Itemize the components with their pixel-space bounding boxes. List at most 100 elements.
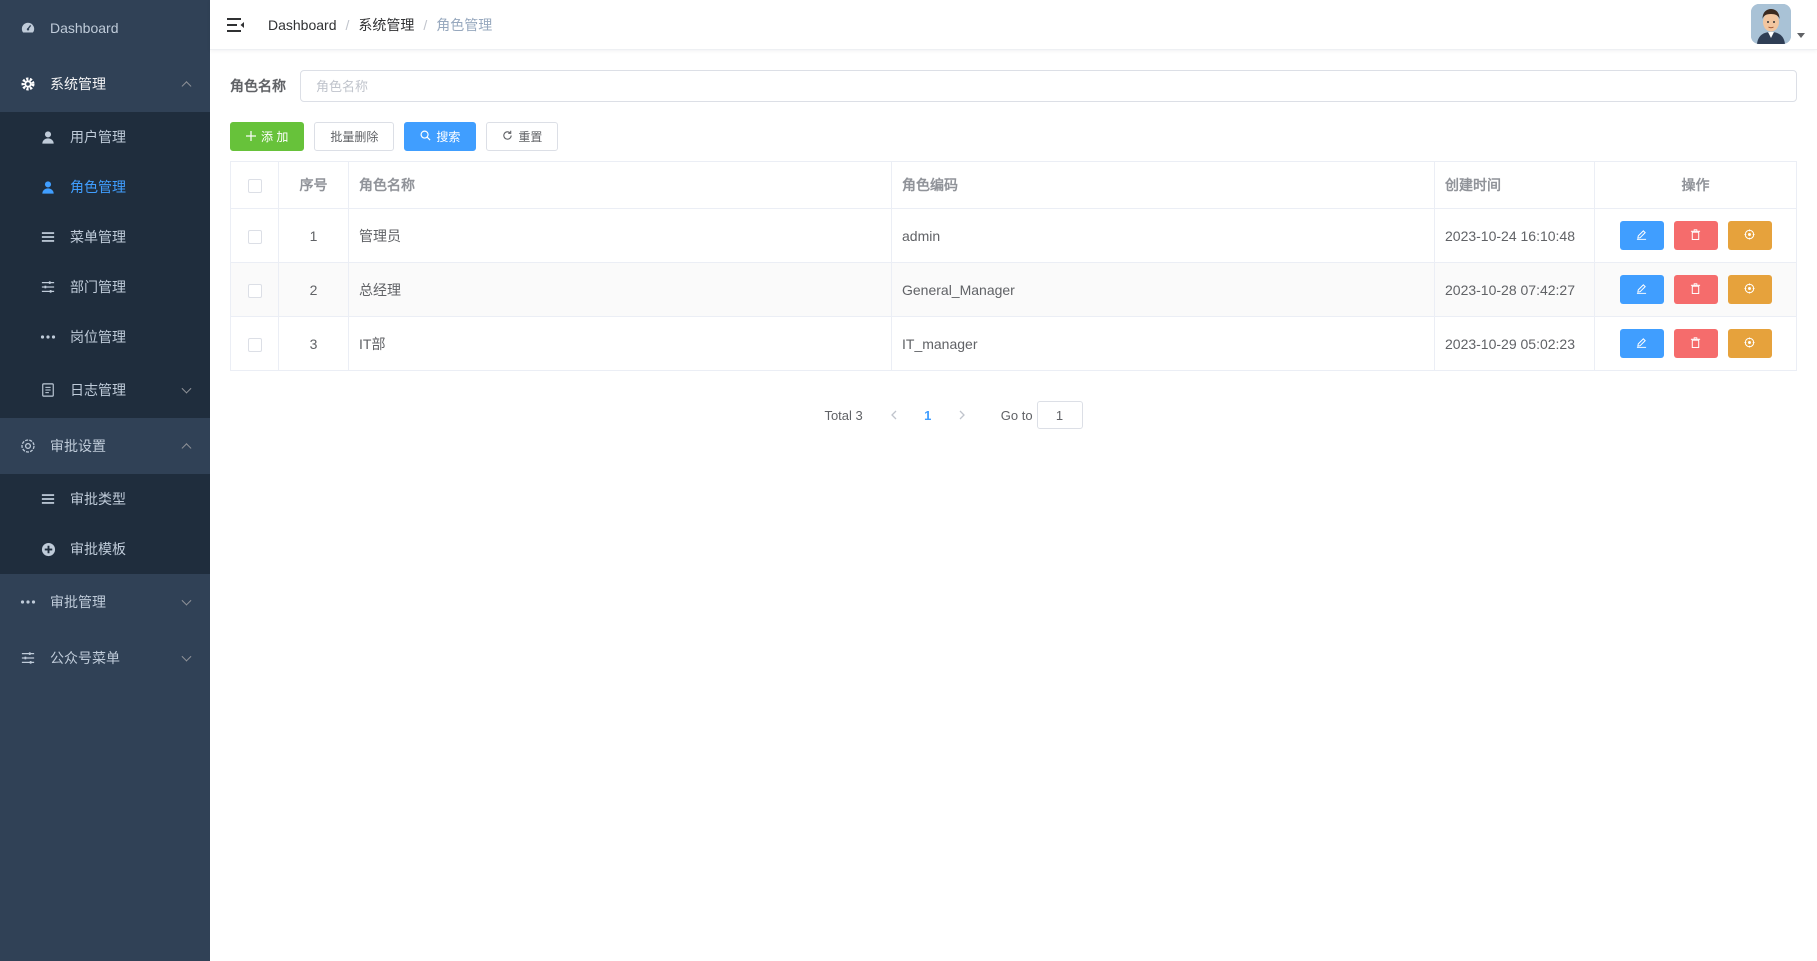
sidebar-menu-label: 审批管理 <box>50 594 106 610</box>
select-all-cell <box>230 161 279 209</box>
hamburger-icon[interactable] <box>226 15 246 35</box>
breadcrumb-item-system[interactable]: 系统管理 <box>358 15 414 35</box>
pagination-total: Total 3 <box>824 407 863 423</box>
reset-button-label: 重置 <box>518 130 543 144</box>
row-index: 3 <box>278 316 349 371</box>
sidebar-menu-approval-settings[interactable]: 审批设置 <box>0 418 210 474</box>
row-checkbox[interactable] <box>247 283 262 298</box>
sidebar-submenu-system: 用户管理 角色管理 菜单管理 部门管理 岗位管理 日志管理 <box>0 112 210 418</box>
sidebar-item-post[interactable]: 岗位管理 <box>0 312 210 362</box>
sidebar-menu-wechat[interactable]: 公众号菜单 <box>0 630 210 686</box>
pagination-goto: Go to <box>1001 401 1083 429</box>
next-page-button[interactable] <box>947 410 977 420</box>
row-code: General_Manager <box>891 262 1435 317</box>
edit-button[interactable] <box>1619 275 1664 304</box>
row-created: 2023-10-29 05:02:23 <box>1434 316 1595 371</box>
add-button-label: 添 加 <box>261 130 289 144</box>
row-ops <box>1594 208 1797 263</box>
sidebar-item-label: 用户管理 <box>70 129 126 145</box>
edit-icon <box>1636 336 1647 351</box>
row-created: 2023-10-24 16:10:48 <box>1434 208 1595 263</box>
edit-icon <box>1636 282 1647 297</box>
trash-icon <box>1690 228 1701 243</box>
user-icon <box>40 129 56 145</box>
more-icon <box>20 594 36 610</box>
edit-icon <box>1636 228 1647 243</box>
role-name-label: 角色名称 <box>230 78 286 94</box>
trash-icon <box>1690 282 1701 297</box>
role-name-input[interactable] <box>300 70 1797 102</box>
breadcrumb-separator: / <box>423 16 428 33</box>
sidebar-item-menu[interactable]: 菜单管理 <box>0 212 210 262</box>
batch-delete-button[interactable]: 批量删除 <box>314 122 395 151</box>
header-ops: 操作 <box>1594 161 1797 209</box>
reset-button[interactable]: 重置 <box>486 122 559 151</box>
add-button[interactable]: 添 加 <box>230 122 305 151</box>
breadcrumb-item-current: 角色管理 <box>436 16 493 33</box>
sidebar-item-label: 菜单管理 <box>70 229 126 245</box>
delete-button[interactable] <box>1673 275 1718 304</box>
edit-button[interactable] <box>1619 221 1664 250</box>
dashboard-icon <box>20 20 36 36</box>
sidebar-item-label: 部门管理 <box>70 279 126 295</box>
search-button[interactable]: 搜索 <box>404 122 477 151</box>
prev-page-button[interactable] <box>879 410 909 420</box>
row-name: 管理员 <box>348 208 892 263</box>
row-select-cell <box>230 316 279 371</box>
list-icon <box>40 229 56 245</box>
edit-button[interactable] <box>1619 329 1664 358</box>
chevron-down-icon <box>181 383 192 394</box>
delete-button[interactable] <box>1673 221 1718 250</box>
sidebar-item-dept[interactable]: 部门管理 <box>0 262 210 312</box>
plus-icon <box>246 130 256 144</box>
header-name: 角色名称 <box>348 161 892 209</box>
sidebar-item-role[interactable]: 角色管理 <box>0 162 210 212</box>
avatar[interactable] <box>1751 4 1791 44</box>
row-select-cell <box>230 208 279 263</box>
header-index: 序号 <box>278 161 349 209</box>
sidebar-menu-system[interactable]: 系统管理 <box>0 56 210 112</box>
goto-page-input[interactable] <box>1036 401 1083 429</box>
more-icon <box>40 329 56 345</box>
breadcrumb-separator: / <box>345 16 350 33</box>
sliders-icon <box>20 650 36 666</box>
table-row: 2 总经理 General_Manager 2023-10-28 07:42:2… <box>230 262 1797 317</box>
assign-permission-button[interactable] <box>1727 329 1772 358</box>
content: 角色名称 添 加 批量删除 搜索 <box>210 50 1817 429</box>
delete-button[interactable] <box>1673 329 1718 358</box>
list-icon <box>40 491 56 507</box>
row-checkbox[interactable] <box>247 337 262 352</box>
sidebar-item-label: 角色管理 <box>70 179 126 195</box>
permission-icon <box>1744 336 1755 351</box>
page-number[interactable]: 1 <box>913 408 943 423</box>
row-code: IT_manager <box>891 316 1435 371</box>
sidebar-menu-approval-manage[interactable]: 审批管理 <box>0 574 210 630</box>
row-index: 1 <box>278 208 349 263</box>
breadcrumb-item-dashboard[interactable]: Dashboard <box>268 17 337 33</box>
assign-permission-button[interactable] <box>1727 221 1772 250</box>
row-code: admin <box>891 208 1435 263</box>
search-button-label: 搜索 <box>436 130 461 144</box>
row-name: IT部 <box>348 316 892 371</box>
sidebar-item-log[interactable]: 日志管理 <box>0 362 210 418</box>
permission-icon <box>1744 228 1755 243</box>
goto-label: Go to <box>1000 407 1033 423</box>
document-icon <box>40 382 56 398</box>
select-all-checkbox[interactable] <box>247 179 262 194</box>
sidebar-menu-label: 系统管理 <box>50 76 106 92</box>
row-ops <box>1594 316 1797 371</box>
caret-down-icon[interactable] <box>1797 32 1805 38</box>
sidebar-menu-label: 公众号菜单 <box>50 650 120 666</box>
sidebar-item-approval-template[interactable]: 审批模板 <box>0 524 210 574</box>
header-created: 创建时间 <box>1434 161 1595 209</box>
user-menu[interactable] <box>1751 4 1805 44</box>
toolbar: 添 加 批量删除 搜索 重置 <box>230 122 1797 151</box>
assign-permission-button[interactable] <box>1727 275 1772 304</box>
sidebar-item-label: 审批模板 <box>70 541 126 557</box>
gear-icon <box>20 76 36 92</box>
chevron-up-icon <box>181 443 192 454</box>
sidebar-item-user[interactable]: 用户管理 <box>0 112 210 162</box>
sidebar-item-dashboard[interactable]: Dashboard <box>0 0 210 56</box>
sidebar-item-approval-type[interactable]: 审批类型 <box>0 474 210 524</box>
row-checkbox[interactable] <box>247 229 262 244</box>
